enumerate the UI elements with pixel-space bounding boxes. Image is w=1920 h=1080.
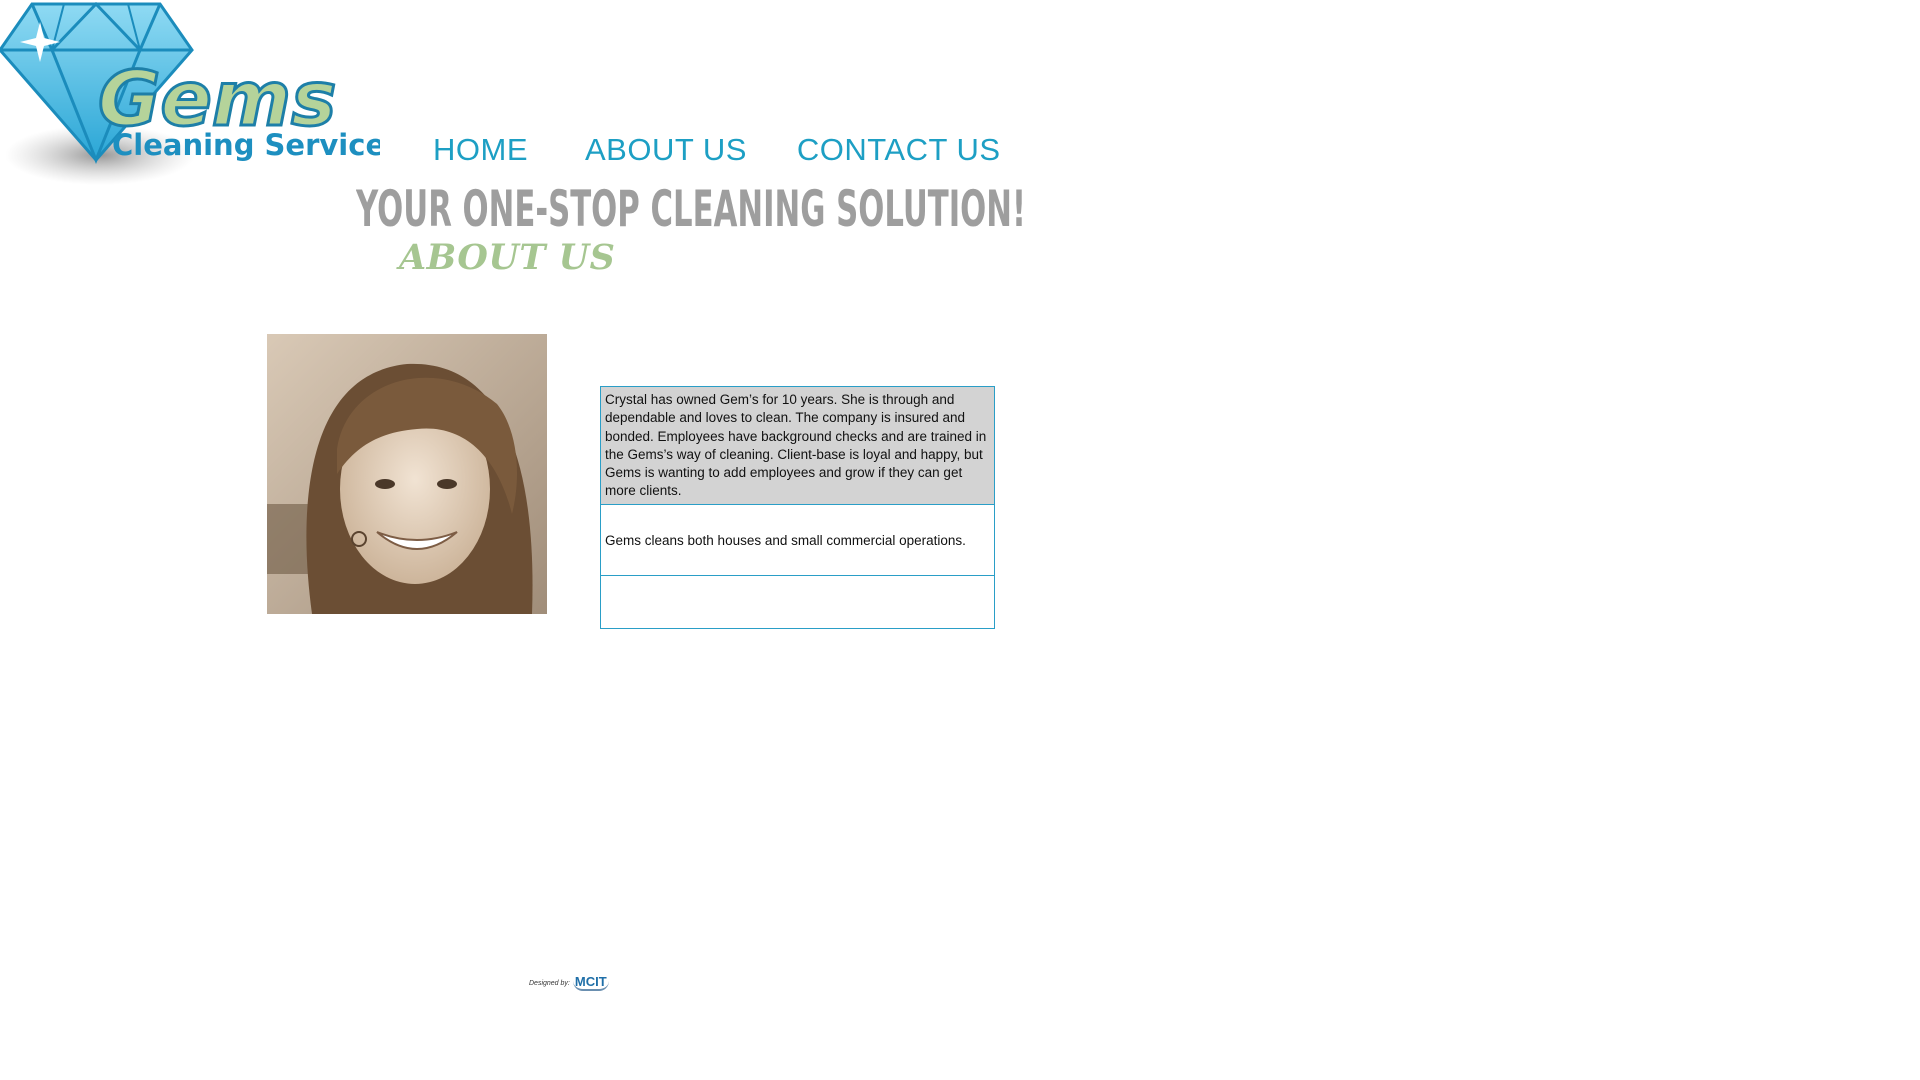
credit-label: Designed by:	[529, 979, 570, 987]
diamond-logo-icon: Gems Cleaning Service	[0, 1, 380, 185]
mcit-logo: MCIT	[572, 974, 609, 991]
about-paragraph-services: Gems cleans both houses and small commer…	[601, 505, 994, 576]
about-paragraph-owner: Crystal has owned Gem’s for 10 years. Sh…	[601, 387, 994, 505]
about-info-table: Crystal has owned Gem’s for 10 years. Sh…	[600, 386, 995, 629]
gems-logo[interactable]: Gems Cleaning Service	[0, 0, 380, 190]
owner-photo	[267, 334, 547, 614]
tagline-banner: YOUR ONE-STOP CLEANING SOLUTION!	[356, 178, 1036, 238]
nav-about-link[interactable]: ABOUT US	[585, 132, 747, 168]
logo-subtitle: Cleaning Service	[112, 128, 380, 162]
main-nav: HOME ABOUT US CONTACT US	[433, 128, 1001, 172]
section-title: ABOUT US	[399, 237, 616, 278]
portrait-photo-icon	[267, 334, 547, 614]
tagline-text: YOUR ONE-STOP CLEANING SOLUTION!	[356, 180, 1026, 238]
nav-home-link[interactable]: HOME	[433, 132, 528, 168]
nav-contact-link[interactable]: CONTACT US	[797, 132, 1001, 168]
about-paragraph-empty	[601, 576, 994, 628]
designer-credit[interactable]: Designed by: MCIT	[529, 970, 613, 996]
